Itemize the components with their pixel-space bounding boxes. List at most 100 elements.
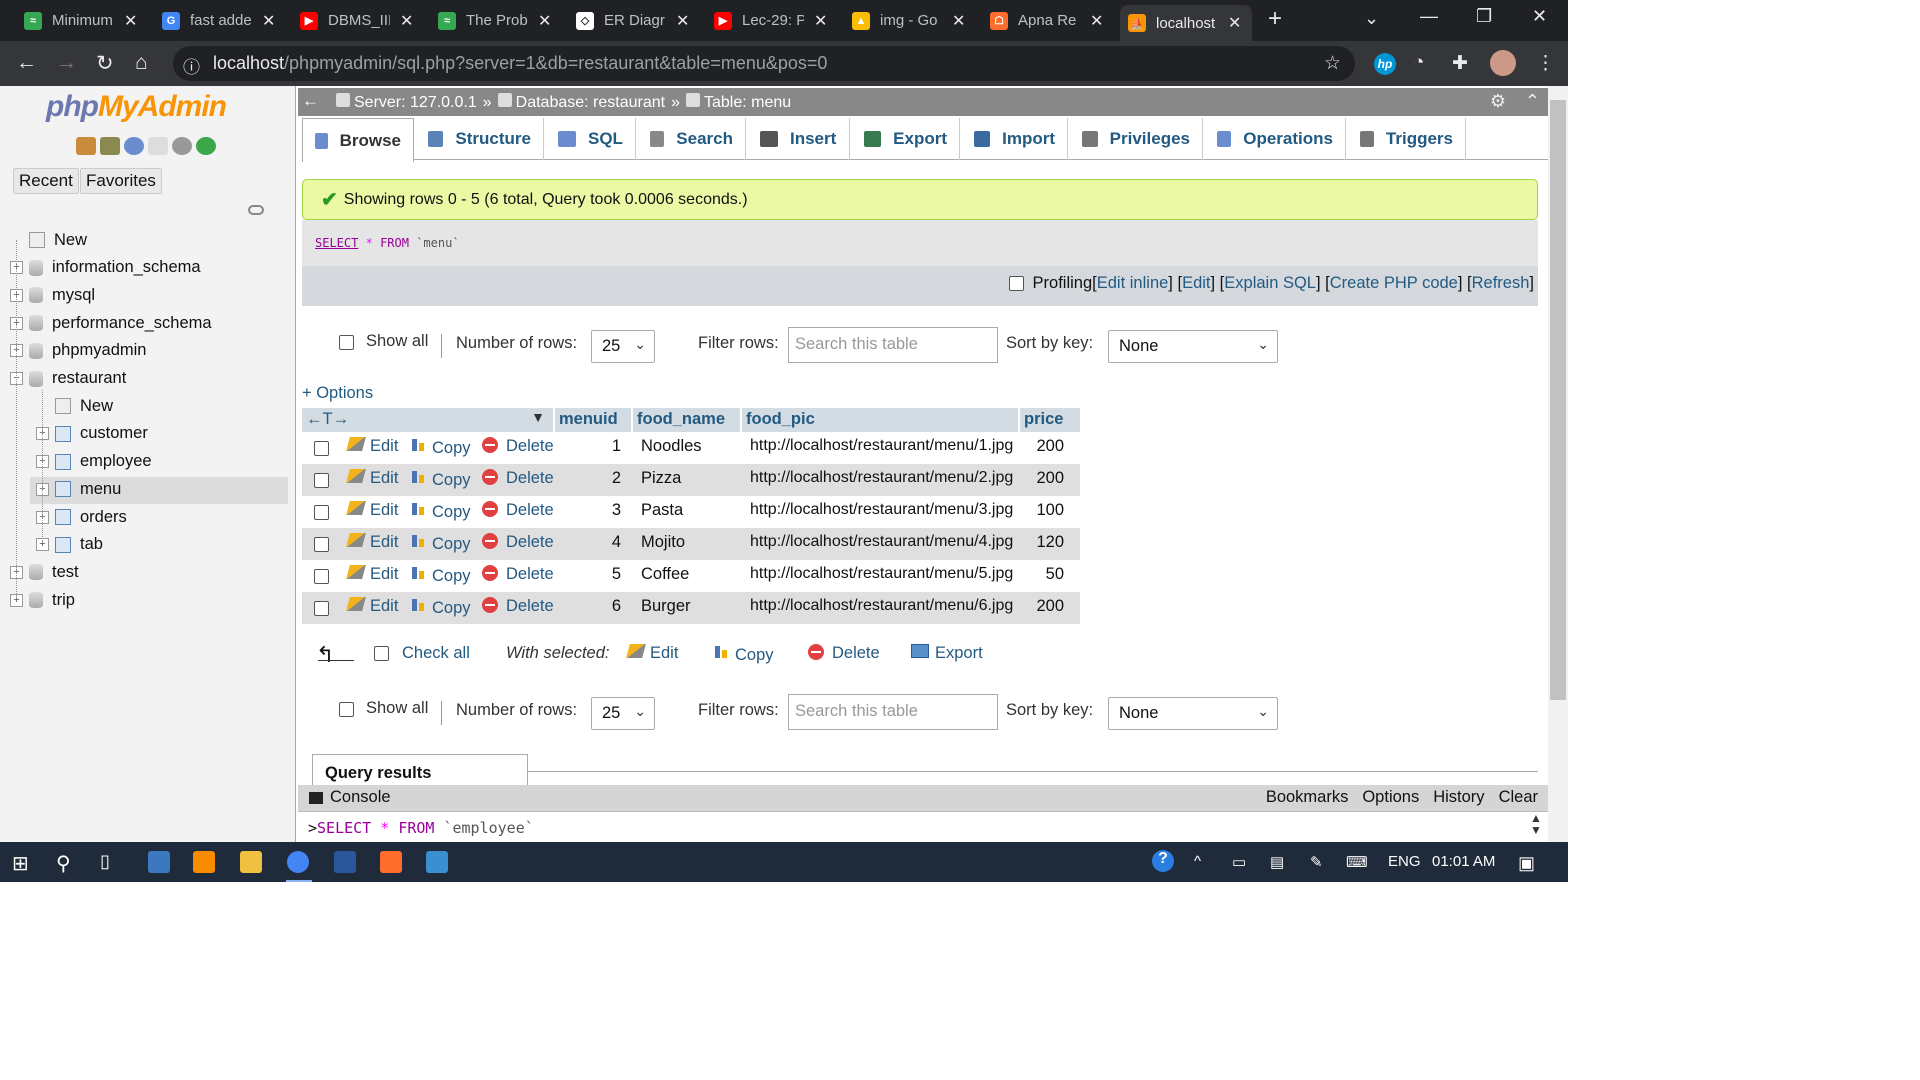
profiling-checkbox[interactable]: [1008, 276, 1024, 291]
windows-start-icon[interactable]: ⊞: [12, 851, 34, 875]
row-delete-button[interactable]: Delete: [482, 533, 554, 552]
battery-icon[interactable]: ▭: [1232, 853, 1246, 871]
crumb-database[interactable]: Database: restaurant: [497, 93, 665, 112]
bulk-edit-button[interactable]: Edit: [626, 644, 678, 663]
photos-icon[interactable]: [426, 851, 448, 873]
hp-extension-icon[interactable]: hp: [1374, 53, 1396, 75]
row-edit-button[interactable]: Edit: [346, 469, 398, 488]
profiling-link-edit[interactable]: Edit: [1182, 274, 1210, 293]
browser-tab[interactable]: ◇ ER Diagr ✕: [568, 5, 700, 36]
tree-item-menu[interactable]: + menu: [36, 477, 121, 501]
show-all-checkbox[interactable]: [339, 702, 354, 717]
tab-insert[interactable]: Insert: [748, 118, 850, 160]
check-all-link[interactable]: Check all: [402, 644, 470, 663]
bulk-export-button[interactable]: Export: [911, 644, 983, 663]
bookmark-star-icon[interactable]: ☆: [1324, 52, 1341, 75]
link-with-main-icon[interactable]: [248, 205, 264, 215]
vertical-scrollbar[interactable]: [1548, 86, 1568, 842]
tree-item-information-schema[interactable]: + information_schema: [10, 256, 201, 280]
row-copy-button[interactable]: Copy: [410, 437, 471, 458]
profiling-link-explain-sql[interactable]: Explain SQL: [1224, 274, 1316, 293]
restore-icon[interactable]: ❐: [1476, 6, 1492, 27]
bulk-delete-button[interactable]: Delete: [808, 644, 880, 663]
tab-close-icon[interactable]: ✕: [400, 11, 413, 31]
collapse-top-icon[interactable]: ⌃: [1525, 91, 1540, 112]
show-all-label[interactable]: Show all: [366, 332, 428, 351]
tree-item-tab[interactable]: + tab: [36, 533, 103, 557]
row-edit-button[interactable]: Edit: [346, 437, 398, 456]
help-icon[interactable]: ?: [1152, 850, 1174, 872]
cell-menuid[interactable]: 6: [555, 597, 621, 616]
row-delete-button[interactable]: Delete: [482, 437, 554, 456]
sublime-icon[interactable]: [193, 851, 215, 873]
home-icon[interactable]: ⌂: [135, 51, 148, 75]
tab-import[interactable]: Import: [962, 118, 1068, 160]
row-edit-button[interactable]: Edit: [346, 565, 398, 584]
filter-rows-input[interactable]: Search this table: [788, 694, 998, 730]
row-delete-button[interactable]: Delete: [482, 565, 554, 584]
column-nav-icon[interactable]: ←T→: [306, 410, 349, 428]
cell-price[interactable]: 200: [1022, 469, 1064, 488]
console-clear-link[interactable]: Clear: [1499, 788, 1538, 807]
cell-food-pic[interactable]: http://localhost/restaurant/menu/5.jpg: [750, 565, 1013, 583]
tree-item-new[interactable]: New: [10, 228, 87, 252]
column-header-food-pic[interactable]: food_pic: [742, 408, 1018, 432]
cell-food-name[interactable]: Pasta: [641, 501, 683, 520]
cell-price[interactable]: 120: [1022, 533, 1064, 552]
row-checkbox[interactable]: [314, 505, 329, 520]
settings-gear-icon[interactable]: [172, 137, 192, 155]
cell-price[interactable]: 100: [1022, 501, 1064, 520]
console-toggle[interactable]: Console: [330, 788, 391, 807]
tab-close-icon[interactable]: ✕: [262, 11, 275, 31]
console-bookmarks-link[interactable]: Bookmarks: [1266, 788, 1349, 807]
word-icon[interactable]: [334, 851, 356, 873]
show-all-label[interactable]: Show all: [366, 699, 428, 718]
row-edit-button[interactable]: Edit: [346, 533, 398, 552]
recent-button[interactable]: Recent: [13, 168, 79, 194]
row-edit-button[interactable]: Edit: [346, 597, 398, 616]
network-icon[interactable]: ▤: [1270, 853, 1284, 871]
tree-item-orders[interactable]: + orders: [36, 505, 127, 529]
row-checkbox[interactable]: [314, 473, 329, 488]
collapse-arrow-icon[interactable]: ←: [302, 91, 319, 111]
tree-item-customer[interactable]: + customer: [36, 422, 148, 446]
crumb-server[interactable]: Server: 127.0.0.1: [336, 93, 477, 112]
cell-menuid[interactable]: 3: [555, 501, 621, 520]
row-checkbox[interactable]: [314, 601, 329, 616]
cell-food-pic[interactable]: http://localhost/restaurant/menu/2.jpg: [750, 469, 1013, 487]
sql-query-text[interactable]: SELECT * FROM `menu`: [315, 236, 460, 250]
tree-item-test[interactable]: + test: [10, 560, 79, 584]
phpmyadmin-logo[interactable]: phpMyAdmin: [46, 90, 227, 124]
url-text[interactable]: localhost/phpmyadmin/sql.php?server=1&db…: [213, 53, 827, 74]
number-of-rows-select[interactable]: 25 ⌄: [591, 330, 655, 363]
minimize-icon[interactable]: —: [1420, 6, 1438, 27]
row-checkbox[interactable]: [314, 441, 329, 456]
logout-icon[interactable]: [100, 137, 120, 155]
help-icon[interactable]: [124, 137, 144, 155]
show-hidden-icons-icon[interactable]: ^: [1194, 853, 1201, 870]
favorites-button[interactable]: Favorites: [80, 168, 162, 194]
reload-icon[interactable]: ↻: [96, 51, 114, 76]
pen-icon[interactable]: ✎: [1310, 853, 1323, 871]
new-tab-icon[interactable]: +: [1268, 5, 1282, 33]
column-header-menuid[interactable]: menuid: [555, 408, 631, 432]
tab-browse[interactable]: Browse: [302, 118, 414, 162]
browser-tab[interactable]: ▲ img - Go ✕: [844, 5, 976, 36]
row-copy-button[interactable]: Copy: [410, 565, 471, 586]
crumb-table[interactable]: Table: menu: [685, 93, 791, 112]
speed-extension-icon[interactable]: ◔: [1413, 52, 1424, 74]
cell-menuid[interactable]: 2: [555, 469, 621, 488]
browser-tab[interactable]: ⛵ localhost ✕: [1120, 5, 1252, 41]
cell-food-name[interactable]: Burger: [641, 597, 691, 616]
tree-item-trip[interactable]: + trip: [10, 588, 75, 612]
profiling-link-edit-inline[interactable]: Edit inline: [1097, 274, 1169, 293]
chrome-menu-icon[interactable]: ⋮: [1536, 52, 1555, 75]
cell-food-pic[interactable]: http://localhost/restaurant/menu/3.jpg: [750, 501, 1013, 519]
cell-food-pic[interactable]: http://localhost/restaurant/menu/6.jpg: [750, 597, 1013, 615]
row-copy-button[interactable]: Copy: [410, 533, 471, 554]
tab-close-icon[interactable]: ✕: [124, 11, 137, 31]
sort-arrows-header[interactable]: ←T→ ▼: [302, 408, 553, 432]
cell-menuid[interactable]: 4: [555, 533, 621, 552]
cell-food-name[interactable]: Coffee: [641, 565, 689, 584]
language-indicator[interactable]: ENG: [1388, 853, 1421, 870]
